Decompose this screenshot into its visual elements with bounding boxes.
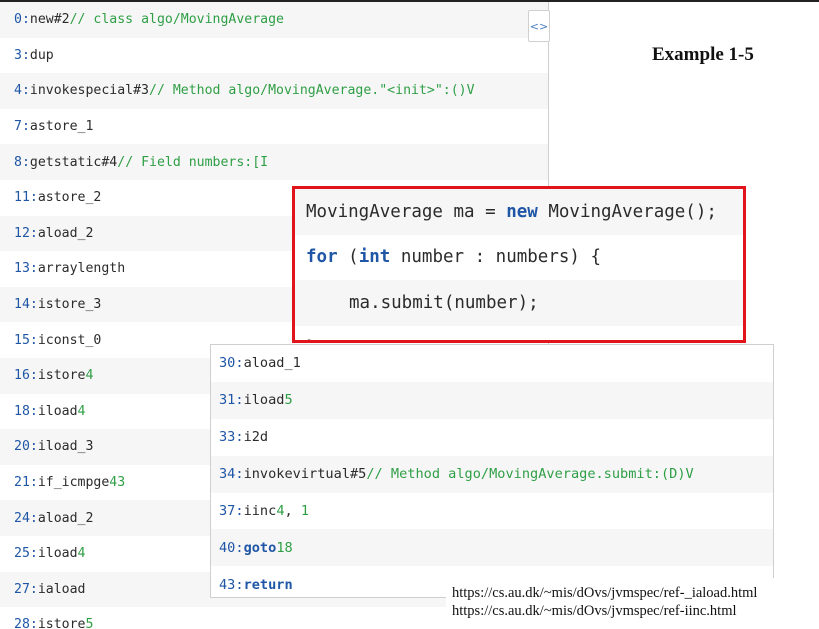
code-keyword: for bbox=[306, 247, 338, 268]
bytecode-offset: 3: bbox=[14, 47, 30, 63]
source-code-box: MovingAverage ma = new MovingAverage(); … bbox=[292, 186, 746, 343]
bytecode-offset: 21: bbox=[14, 475, 38, 491]
bytecode-comment: // Field numbers:[I bbox=[117, 154, 269, 170]
bytecode-opcode: iload bbox=[37, 403, 78, 419]
bytecode-offset: 15: bbox=[14, 332, 38, 348]
code-keyword: int bbox=[358, 247, 391, 268]
bytecode-offset: 0: bbox=[14, 12, 30, 28]
code-text: MovingAverage(); bbox=[537, 201, 717, 222]
bytecode-offset: 25: bbox=[14, 546, 38, 562]
bytecode-offset: 20: bbox=[14, 439, 38, 455]
bytecode-operand: 43 bbox=[109, 475, 126, 491]
bytecode-opcode: astore_1 bbox=[29, 119, 94, 135]
bytecode-opcode: astore_2 bbox=[37, 190, 102, 206]
reference-link[interactable]: https://cs.au.dk/~mis/dOvs/jvmspec/ref-i… bbox=[452, 602, 819, 620]
bytecode-row: 7: astore_1 bbox=[0, 108, 548, 145]
bytecode-row: 33: i2d bbox=[211, 418, 773, 456]
bytecode-opcode: iconst_0 bbox=[37, 332, 102, 348]
code-line: } bbox=[295, 325, 743, 340]
bytecode-opcode: iload bbox=[243, 392, 285, 409]
bytecode-opcode: invokevirtual bbox=[243, 466, 350, 483]
bytecode-row: 34: invokevirtual #5 // Method algo/Movi… bbox=[211, 455, 773, 493]
bytecode-opcode: aload_1 bbox=[243, 355, 301, 372]
bytecode-operand: #3 bbox=[133, 83, 149, 99]
bytecode-opcode: if_icmpge bbox=[37, 475, 110, 491]
bytecode-offset: 31: bbox=[219, 392, 244, 409]
bytecode-offset: 11: bbox=[14, 190, 38, 206]
bytecode-opcode: istore bbox=[37, 368, 86, 384]
code-line: MovingAverage ma = new MovingAverage(); bbox=[295, 189, 743, 235]
bytecode-offset: 33: bbox=[219, 429, 244, 446]
bytecode-offset: 7: bbox=[14, 119, 30, 135]
bytecode-offset: 13: bbox=[14, 261, 38, 277]
bytecode-opcode: iload bbox=[37, 546, 78, 562]
bytecode-opcode: getstatic bbox=[29, 154, 102, 170]
bytecode-operand: #5 bbox=[349, 466, 367, 483]
bytecode-row: 3: dup bbox=[0, 37, 548, 74]
bytecode-row: 0: new #2 // class algo/MovingAverage bbox=[0, 2, 548, 38]
bytecode-offset: 37: bbox=[219, 503, 244, 519]
bytecode-offset: 14: bbox=[14, 297, 38, 313]
bytecode-opcode: invokespecial bbox=[29, 83, 134, 99]
bytecode-opcode: iload_3 bbox=[37, 439, 94, 455]
bytecode-operand: 4 bbox=[276, 503, 285, 519]
code-text: ( bbox=[337, 247, 359, 268]
bytecode-operand: 5 bbox=[85, 617, 94, 629]
bytecode-row: 4: invokespecial #3 // Method algo/Movin… bbox=[0, 73, 548, 109]
bytecode-offset: 40: bbox=[219, 539, 244, 556]
bytecode-offset: 28: bbox=[14, 617, 38, 629]
bytecode-offset: 16: bbox=[14, 368, 38, 384]
code-keyword: new bbox=[506, 201, 538, 222]
bytecode-opcode: iinc bbox=[243, 503, 277, 519]
bytecode-offset: 24: bbox=[14, 510, 38, 526]
bytecode-opcode: return bbox=[243, 576, 293, 593]
code-text: ma = bbox=[442, 201, 507, 222]
bytecode-offset: 12: bbox=[14, 225, 38, 241]
bytecode-offset: 34: bbox=[219, 466, 244, 483]
reference-links: https://cs.au.dk/~mis/dOvs/jvmspec/ref-_… bbox=[446, 578, 819, 629]
code-text: number : numbers) { bbox=[390, 247, 602, 268]
bytecode-panel-right: 30: aload_1 31: iload 5 33: i2d 34: invokev… bbox=[210, 344, 774, 598]
code-text: } bbox=[306, 338, 317, 340]
bytecode-opcode: dup bbox=[29, 47, 54, 63]
bytecode-offset: 8: bbox=[14, 154, 30, 170]
bytecode-offset: 27: bbox=[14, 581, 38, 597]
bytecode-offset: 30: bbox=[219, 355, 244, 372]
bytecode-operand: #2 bbox=[53, 12, 70, 28]
bytecode-operand: 4 bbox=[77, 403, 86, 419]
reference-link[interactable]: https://cs.au.dk/~mis/dOvs/jvmspec/ref-_… bbox=[452, 584, 819, 602]
bytecode-operand: #4 bbox=[101, 154, 118, 170]
bytecode-opcode: arraylength bbox=[37, 261, 126, 277]
bytecode-operand: 18 bbox=[276, 539, 293, 556]
code-text: ma.submit(number); bbox=[349, 292, 539, 313]
bytecode-comment: // Method algo/MovingAverage.submit:(D)V bbox=[366, 466, 694, 483]
bytecode-operand: 4 bbox=[77, 546, 86, 562]
bytecode-offset: 18: bbox=[14, 403, 38, 419]
bytecode-opcode: iaload bbox=[37, 581, 86, 597]
bytecode-operand: 5 bbox=[284, 392, 293, 409]
expand-code-icon[interactable]: <> bbox=[528, 10, 550, 42]
bytecode-offset: 43: bbox=[219, 576, 244, 593]
bytecode-operand: 1 bbox=[300, 503, 310, 519]
bytecode-opcode: aload_2 bbox=[37, 225, 94, 241]
example-title: Example 1-5 bbox=[652, 44, 754, 65]
bytecode-row: 40: goto 18 bbox=[211, 529, 773, 567]
code-line: for (int number : numbers) { bbox=[295, 234, 743, 280]
bytecode-opcode: new bbox=[29, 12, 54, 28]
bytecode-opcode: istore_3 bbox=[37, 297, 102, 313]
bytecode-opcode: istore bbox=[37, 617, 86, 629]
bytecode-operand: 4 bbox=[85, 368, 94, 384]
bytecode-row: 31: iload 5 bbox=[211, 381, 773, 419]
bytecode-offset: 4: bbox=[14, 83, 30, 99]
code-type: MovingAverage bbox=[306, 201, 443, 222]
code-line: ma.submit(number); bbox=[295, 280, 743, 326]
bytecode-opcode: aload_2 bbox=[37, 510, 94, 526]
bytecode-comment: // Method algo/MovingAverage."<init>":()… bbox=[149, 83, 475, 99]
bytecode-opcode: goto bbox=[243, 539, 277, 556]
bytecode-row: 37: iinc 4, 1 bbox=[211, 492, 773, 530]
bytecode-row: 30: aload_1 bbox=[211, 345, 773, 382]
bytecode-opcode: i2d bbox=[243, 429, 269, 446]
bytecode-row: 8: getstatic #4 // Field numbers:[I bbox=[0, 144, 548, 180]
bytecode-comment: // class algo/MovingAverage bbox=[69, 12, 284, 28]
